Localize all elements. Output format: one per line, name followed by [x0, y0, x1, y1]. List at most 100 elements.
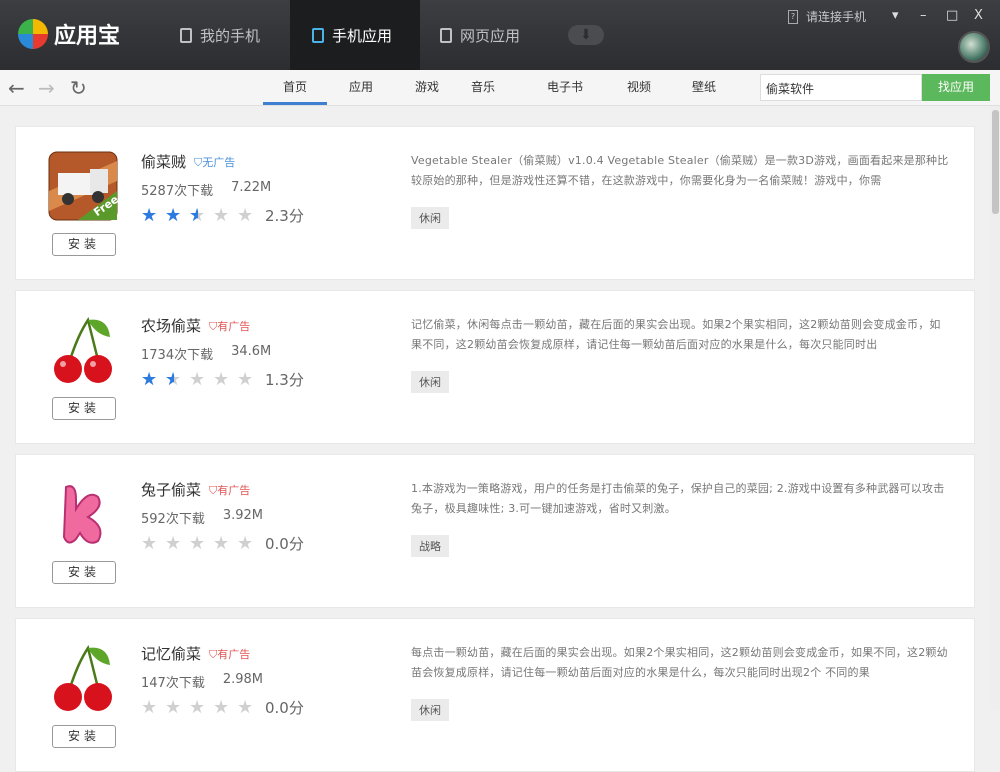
cherry-icon[interactable] [48, 643, 118, 713]
app-logo: 应用宝 [18, 18, 120, 50]
scrollbar-thumb[interactable] [992, 110, 999, 214]
category-tab[interactable]: 视频 [607, 70, 671, 105]
app-name[interactable]: 偷菜贼 [141, 151, 186, 172]
download-count: 147次下载 [141, 676, 205, 691]
document-icon [440, 27, 452, 43]
back-button[interactable]: ← [8, 76, 25, 100]
file-size: 7.22M [231, 180, 272, 195]
app-name[interactable]: 兔子偷菜 [141, 479, 201, 500]
maximize-button[interactable]: □ [946, 8, 958, 23]
category-tab[interactable]: 应用 [329, 70, 393, 105]
truck-game-icon[interactable]: Free [48, 151, 121, 221]
connect-label: 请连接手机 [806, 10, 867, 24]
star-icon: ★★ [237, 696, 254, 718]
tab-web-apps[interactable]: 网页应用 [418, 0, 542, 70]
app-description: Vegetable Stealer（偷菜贼）v1.0.4 Vegetable S… [411, 154, 949, 187]
app-name[interactable]: 记忆偷菜 [141, 643, 201, 664]
tab-my-phone[interactable]: 我的手机 [158, 0, 282, 70]
app-description: 记忆偷菜，休闲每点击一颗幼苗，藏在后面的果实会出现。如果2个果实相同，这2颗幼苗… [411, 318, 941, 351]
star-icon: ★★ [141, 368, 158, 390]
nav-bar: ← → ↻ 首页 应用 游戏 音乐 电子书 视频 壁纸 偷菜软件 找应用 [0, 70, 1000, 106]
category-tag[interactable]: 休闲 [411, 371, 449, 393]
ad-label: 有广告 [217, 483, 251, 497]
star-icon: ★★ [141, 696, 158, 718]
app-card[interactable]: 安装 兔子偷菜 ⛉有广告 592次下载 3.92M ★★ ★★ ★★ ★★ ★★ 0.0分 1… [15, 454, 975, 608]
file-size: 34.6M [231, 344, 272, 359]
category-tab[interactable]: 音乐 [451, 70, 515, 105]
star-icon: ★★ [213, 204, 230, 226]
connect-phone[interactable]: ? 请连接手机 [788, 8, 866, 25]
ad-badge: ⛉有广告 [209, 318, 250, 334]
menu-button[interactable]: ▾ [892, 8, 899, 23]
category-tab[interactable]: 游戏 [395, 70, 459, 105]
app-description: 1.本游戏为一策略游戏，用户的任务是打击偷菜的兔子，保护自己的菜园; 2.游戏中… [411, 482, 945, 515]
app-card[interactable]: 安装 农场偷菜⛉有广告 1734次下载34.6M ★★★★★★★★★★1.3分 … [15, 290, 975, 444]
star-icon: ★★ [141, 532, 158, 554]
download-button[interactable]: ⬇ [568, 25, 604, 45]
ad-label: 无广告 [202, 155, 236, 169]
rating-stars: ★★ ★★ ★★ ★★ ★★ 2.3分 [141, 205, 304, 226]
star-icon: ★★ [165, 204, 182, 226]
rabbit-icon[interactable] [48, 479, 118, 549]
install-button[interactable]: 安装 [52, 233, 116, 256]
file-size: 3.92M [222, 508, 263, 523]
app-card[interactable]: 安装 记忆偷菜 ⛉有广告 147次下载 2.98M ★★ ★★ ★★ ★★ ★★ 0.0分 每… [15, 618, 975, 772]
rating-score: 0.0分 [265, 699, 304, 717]
file-size: 2.98M [222, 672, 263, 687]
cherry-icon[interactable] [48, 315, 118, 385]
forward-button[interactable]: → [38, 76, 55, 100]
rating-score: 0.0分 [265, 535, 304, 553]
bag-icon [312, 27, 324, 43]
app-name: 应用宝 [54, 24, 121, 49]
star-icon: ★★ [189, 532, 206, 554]
logo-icon [18, 19, 48, 49]
tab-phone-apps[interactable]: 手机应用 [290, 0, 420, 70]
rating-score: 2.3分 [265, 207, 304, 225]
ad-label: 有广告 [217, 647, 251, 661]
title-bar: 应用宝 我的手机 手机应用 网页应用 ⬇ ? 请连接手机 ▾ – □ X [0, 0, 1000, 70]
scrollbar[interactable] [990, 106, 1000, 710]
tab-label: 网页应用 [460, 26, 521, 45]
star-icon: ★★ [237, 368, 254, 390]
tab-label: 我的手机 [200, 26, 261, 45]
app-name[interactable]: 农场偷菜 [141, 315, 201, 336]
install-button[interactable]: 安装 [52, 725, 116, 748]
category-tag[interactable]: 战略 [411, 535, 449, 557]
refresh-button[interactable]: ↻ [70, 76, 87, 100]
ad-label: 有广告 [217, 319, 251, 333]
category-tag[interactable]: 休闲 [411, 207, 449, 229]
star-icon: ★★ [165, 696, 182, 718]
install-button[interactable]: 安装 [52, 561, 116, 584]
phone-icon [180, 27, 192, 43]
ad-badge: ⛉有广告 [209, 646, 250, 662]
avatar[interactable] [958, 31, 990, 63]
star-icon: ★★ [237, 204, 254, 226]
install-button[interactable]: 安装 [52, 397, 116, 420]
tab-label: 手机应用 [332, 26, 393, 45]
rating-stars: ★★ ★★ ★★ ★★ ★★ 0.0分 [141, 697, 304, 718]
star-icon: ★★ [189, 204, 206, 226]
star-icon: ★★ [165, 368, 182, 390]
app-description: 每点击一颗幼苗，藏在后面的果实会出现。如果2个果实相同，这2颗幼苗则会变成金币，… [411, 646, 948, 679]
category-tab[interactable]: 壁纸 [672, 70, 736, 105]
ad-badge: ⛉有广告 [209, 482, 250, 498]
search-button[interactable]: 找应用 [922, 74, 990, 101]
download-count: 5287次下载 [141, 184, 214, 199]
category-tag[interactable]: 休闲 [411, 699, 449, 721]
star-icon: ★★ [213, 532, 230, 554]
star-icon: ★★ [141, 204, 158, 226]
minimize-button[interactable]: – [920, 8, 927, 23]
close-button[interactable]: X [974, 8, 983, 23]
star-icon: ★★ [213, 368, 230, 390]
download-count: 592次下载 [141, 512, 205, 527]
star-icon: ★★ [189, 696, 206, 718]
star-icon: ★★ [165, 532, 182, 554]
rating-stars: ★★ ★★ ★★ ★★ ★★ 0.0分 [141, 533, 304, 554]
category-tab[interactable]: 首页 [263, 70, 327, 105]
app-card[interactable]: Free 安装 偷菜贼 ⛉无广告 5287次下载 7.22M ★★ ★★ ★★ ★★ ★★ 2… [15, 126, 975, 280]
rating-score: 1.3分 [265, 371, 304, 389]
phone-question-icon: ? [788, 9, 798, 24]
search-input[interactable]: 偷菜软件 [760, 74, 922, 101]
category-tab[interactable]: 电子书 [533, 70, 597, 105]
star-icon: ★★ [213, 696, 230, 718]
